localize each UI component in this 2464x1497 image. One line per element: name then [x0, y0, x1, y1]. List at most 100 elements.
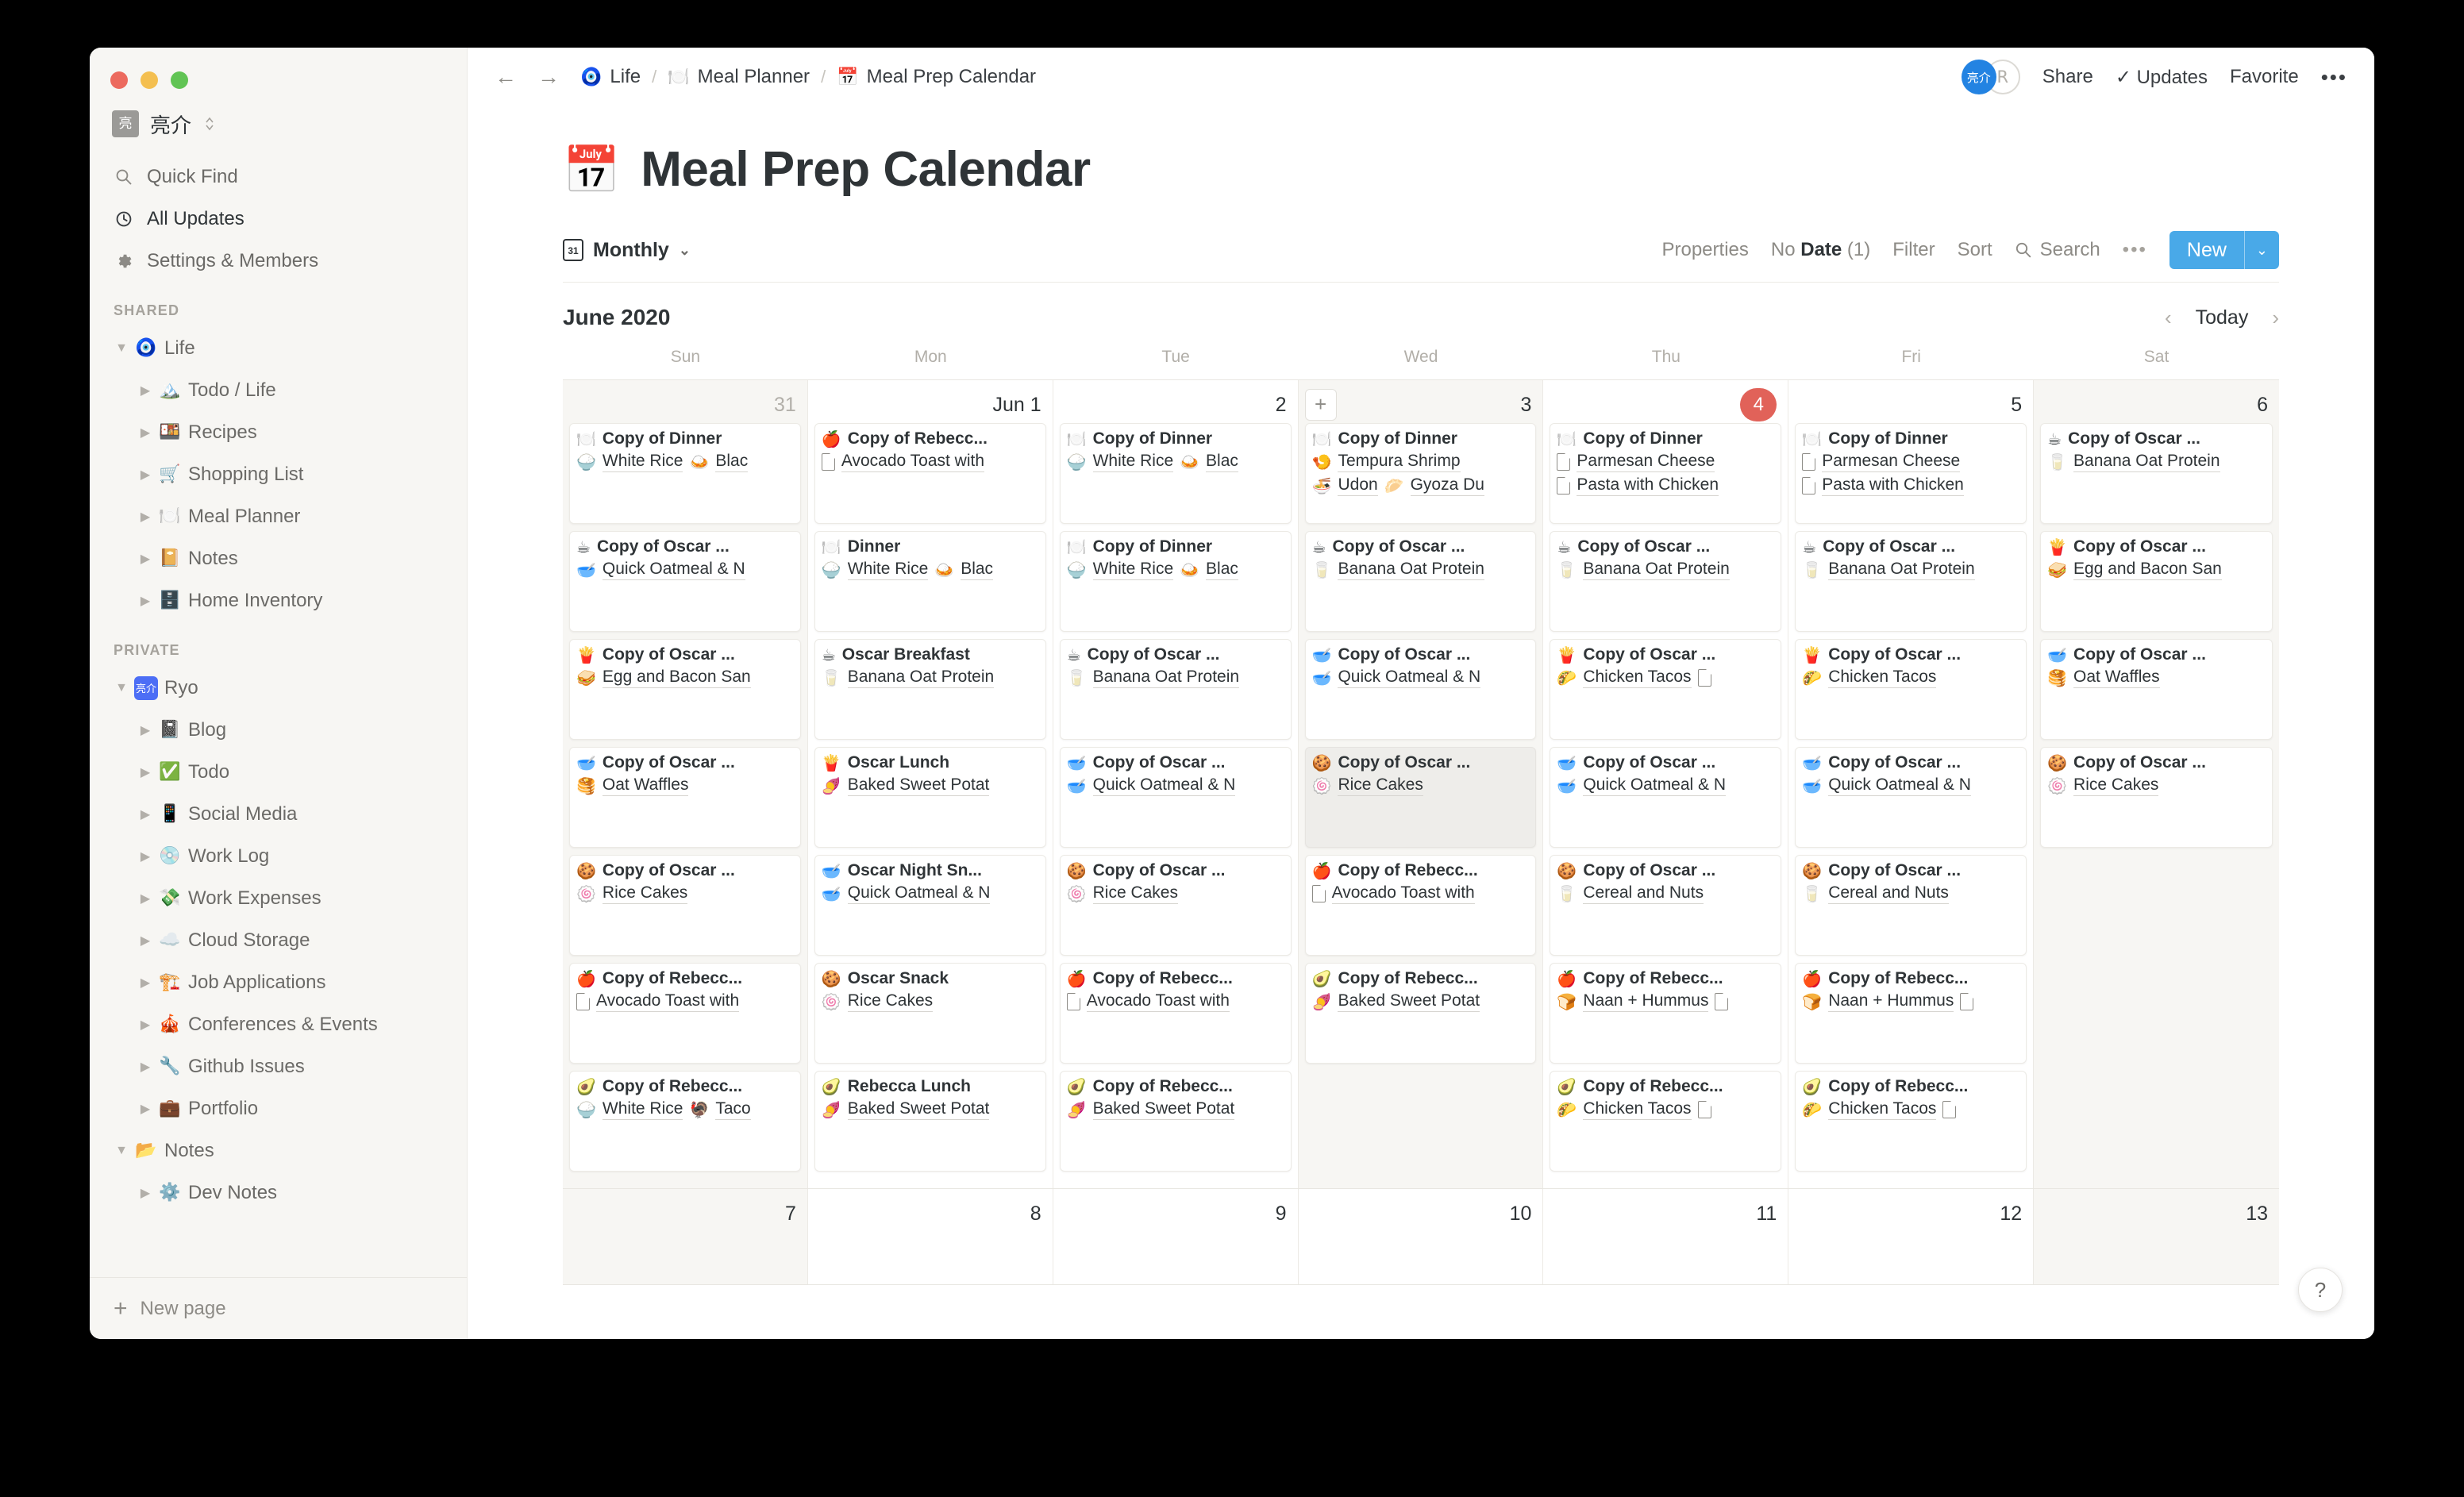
calendar-event-card[interactable]: 🍪 Copy of Oscar ... 🥛 Cereal and Nuts — [1795, 855, 2027, 956]
relation-link[interactable]: Oat Waffles — [602, 775, 689, 796]
calendar-event-card[interactable]: 🍪 Copy of Oscar ... 🍥 Rice Cakes — [569, 855, 801, 956]
prev-month-button[interactable]: ‹ — [2165, 306, 2172, 330]
calendar-event-card[interactable]: 🥑 Copy of Rebecc... 🍠 Baked Sweet Potat — [1059, 1071, 1292, 1172]
relation-link[interactable]: Cereal and Nuts — [1583, 883, 1704, 904]
sidebar-item-recipes[interactable]: ▶ 🍱 Recipes — [90, 411, 467, 453]
relation-link[interactable]: Pasta with Chicken — [1577, 475, 1719, 496]
calendar-event-card[interactable]: 🍟 Oscar Lunch 🍠 Baked Sweet Potat — [814, 747, 1046, 848]
relation-link[interactable]: Quick Oatmeal & N — [602, 560, 745, 580]
calendar-event-card[interactable]: ☕ Oscar Breakfast 🥛 Banana Oat Protein — [814, 639, 1046, 740]
no-date-button[interactable]: No Date (1) — [1771, 239, 1870, 261]
view-tab-monthly[interactable]: 31 Monthly ⌄ — [563, 239, 691, 262]
calendar-event-card[interactable]: 🍽️ Copy of Dinner 🍚 White Rice 🍛 Blac — [1059, 531, 1292, 632]
share-button[interactable]: Share — [2042, 66, 2093, 88]
relation-link[interactable]: Chicken Tacos — [1583, 1099, 1692, 1120]
calendar-event-card[interactable]: 🥣 Copy of Oscar ... 🥣 Quick Oatmeal & N — [1304, 639, 1537, 740]
calendar-day-cell[interactable]: 7 — [563, 1189, 808, 1284]
sidebar-item-notes[interactable]: ▼ 📂 Notes — [90, 1129, 467, 1172]
sidebar-item-social-media[interactable]: ▶ 📱 Social Media — [90, 793, 467, 835]
calendar-event-card[interactable]: 🥣 Copy of Oscar ... 🥣 Quick Oatmeal & N — [1059, 747, 1292, 848]
relation-link[interactable]: Blac — [715, 452, 749, 472]
relation-link[interactable]: Udon — [1338, 475, 1378, 496]
relation-link[interactable]: Rice Cakes — [602, 883, 688, 904]
chevron-down-icon[interactable]: ▼ — [110, 681, 133, 695]
sidebar-item-shopping-list[interactable]: ▶ 🛒 Shopping List — [90, 453, 467, 495]
chevron-right-icon[interactable]: ▶ — [134, 1185, 156, 1201]
chevron-right-icon[interactable]: ▶ — [134, 467, 156, 483]
sidebar-item-todo-life[interactable]: ▶ 🏔️ Todo / Life — [90, 369, 467, 411]
calendar-event-card[interactable]: 🥑 Copy of Rebecc... 🍠 Baked Sweet Potat — [1304, 963, 1537, 1064]
chevron-right-icon[interactable]: ▶ — [134, 593, 156, 609]
relation-link[interactable]: Chicken Tacos — [1828, 668, 1937, 688]
new-page-button[interactable]: + New page — [90, 1277, 467, 1339]
relation-link[interactable]: Taco — [715, 1099, 751, 1120]
calendar-event-card[interactable]: 🍎 Copy of Rebecc... Avocado Toast with — [1059, 963, 1292, 1064]
relation-link[interactable]: Blac — [1206, 452, 1238, 472]
relation-link[interactable]: Rice Cakes — [1338, 775, 1423, 796]
calendar-day-cell[interactable]: 8 — [808, 1189, 1053, 1284]
relation-link[interactable]: Quick Oatmeal & N — [847, 883, 991, 904]
add-event-button[interactable]: + — [1304, 389, 1337, 421]
calendar-event-card[interactable]: 🥣 Copy of Oscar ... 🥞 Oat Waffles — [2040, 639, 2273, 740]
calendar-event-card[interactable]: ☕ Copy of Oscar ... 🥛 Banana Oat Protein — [1059, 639, 1292, 740]
chevron-right-icon[interactable]: ▶ — [134, 383, 156, 398]
sidebar-item-blog[interactable]: ▶ 📓 Blog — [90, 709, 467, 751]
calendar-event-card[interactable]: 🥣 Copy of Oscar ... 🥞 Oat Waffles — [569, 747, 801, 848]
calendar-event-card[interactable]: ☕ Copy of Oscar ... 🥛 Banana Oat Protein — [2040, 423, 2273, 524]
sidebar-item-conferences-events[interactable]: ▶ 🎪 Conferences & Events — [90, 1003, 467, 1045]
back-button[interactable]: ← — [495, 64, 517, 90]
chevron-right-icon[interactable]: ▶ — [134, 509, 156, 525]
calendar-event-card[interactable]: 🍽️ Copy of Dinner Parmesan Cheese Pasta wit… — [1550, 423, 1782, 524]
next-month-button[interactable]: › — [2272, 306, 2279, 330]
calendar-event-card[interactable]: 🍽️ Copy of Dinner Parmesan Cheese Pasta wit… — [1795, 423, 2027, 524]
new-button-chevron-icon[interactable]: ⌄ — [2245, 231, 2279, 269]
breadcrumb-item-meal-prep-calendar[interactable]: 📅 Meal Prep Calendar — [837, 66, 1036, 88]
relation-link[interactable]: Naan + Hummus — [1828, 991, 1954, 1012]
workspace-switcher[interactable]: 亮 亮介 — [90, 102, 467, 146]
calendar-day-cell[interactable]: 10 — [1299, 1189, 1544, 1284]
new-button[interactable]: New ⌄ — [2169, 231, 2279, 269]
today-button[interactable]: Today — [2196, 306, 2249, 329]
relation-link[interactable]: Pasta with Chicken — [1822, 475, 1964, 496]
relation-link[interactable]: Parmesan Cheese — [1577, 452, 1715, 472]
breadcrumb-item-life[interactable]: 🧿 Life — [580, 66, 641, 88]
relation-link[interactable]: Parmesan Cheese — [1822, 452, 1961, 472]
relation-link[interactable]: White Rice — [602, 1099, 683, 1120]
calendar-day-cell[interactable]: 31 🍽️ Copy of Dinner 🍚 White Rice 🍛 Blac ☕ Copy … — [563, 380, 808, 1188]
calendar-event-card[interactable]: 🍽️ Dinner 🍚 White Rice 🍛 Blac — [814, 531, 1046, 632]
relation-link[interactable]: Quick Oatmeal & N — [1583, 775, 1727, 796]
relation-link[interactable]: Rice Cakes — [847, 991, 934, 1012]
relation-link[interactable]: Baked Sweet Potat — [1092, 1099, 1235, 1120]
sort-button[interactable]: Sort — [1958, 239, 1992, 261]
relation-link[interactable]: Gyoza Du — [1410, 475, 1484, 496]
chevron-right-icon[interactable]: ▶ — [134, 425, 156, 441]
relation-link[interactable]: Rice Cakes — [2073, 775, 2159, 796]
chevron-right-icon[interactable]: ▶ — [134, 1017, 156, 1033]
calendar-event-card[interactable]: 🍪 Oscar Snack 🍥 Rice Cakes — [814, 963, 1046, 1064]
calendar-day-cell[interactable]: 9 — [1053, 1189, 1299, 1284]
relation-link[interactable]: Banana Oat Protein — [1338, 560, 1484, 580]
calendar-day-cell[interactable]: +3 🍽️ Copy of Dinner 🍤 Tempura Shrimp 🍜 Udon 🥟 G… — [1298, 380, 1544, 1188]
calendar-day-cell[interactable]: 2 🍽️ Copy of Dinner 🍚 White Rice 🍛 Blac 🍽️ Copy … — [1053, 380, 1299, 1188]
minimize-window-button[interactable] — [141, 71, 158, 89]
relation-link[interactable]: Chicken Tacos — [1828, 1099, 1937, 1120]
relation-link[interactable]: Baked Sweet Potat — [847, 1099, 990, 1120]
relation-link[interactable]: Avocado Toast with — [1086, 991, 1230, 1012]
sidebar-item-meal-planner[interactable]: ▶ 🍽️ Meal Planner — [90, 495, 467, 537]
relation-link[interactable]: Avocado Toast with — [596, 991, 740, 1012]
calendar-day-cell[interactable]: 12 — [1788, 1189, 2035, 1284]
chevron-down-icon[interactable]: ▼ — [110, 341, 133, 356]
calendar-day-cell[interactable]: 4 🍽️ Copy of Dinner Parmesan Cheese Pasta wi… — [1543, 380, 1789, 1188]
calendar-event-card[interactable]: ☕ Copy of Oscar ... 🥛 Banana Oat Protein — [1304, 531, 1537, 632]
calendar-event-card[interactable]: ☕ Copy of Oscar ... 🥛 Banana Oat Protein — [1550, 531, 1782, 632]
relation-link[interactable]: Banana Oat Protein — [2073, 452, 2220, 472]
more-options-icon[interactable]: ••• — [2321, 65, 2347, 90]
relation-link[interactable]: Banana Oat Protein — [847, 668, 995, 688]
calendar-event-card[interactable]: 🍟 Copy of Oscar ... 🥪 Egg and Bacon San — [569, 639, 801, 740]
relation-link[interactable]: White Rice — [1092, 560, 1174, 580]
calendar-event-card[interactable]: 🍎 Copy of Rebecc... 🍞 Naan + Hummus — [1550, 963, 1782, 1064]
sidebar-item-home-inventory[interactable]: ▶ 🗄️ Home Inventory — [90, 579, 467, 622]
calendar-event-card[interactable]: 🥑 Rebecca Lunch 🍠 Baked Sweet Potat — [814, 1071, 1046, 1172]
calendar-event-card[interactable]: ☕ Copy of Oscar ... 🥣 Quick Oatmeal & N — [569, 531, 801, 632]
chevron-right-icon[interactable]: ▶ — [134, 975, 156, 991]
